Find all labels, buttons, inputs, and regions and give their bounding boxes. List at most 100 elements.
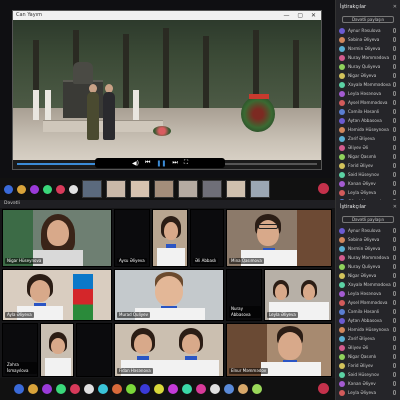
participant-item[interactable]: Səbinə Əliyeva: [336, 35, 400, 44]
participant-item[interactable]: Aytən Abbasova: [336, 116, 400, 125]
avatar[interactable]: [210, 384, 220, 394]
avatar[interactable]: [196, 384, 206, 394]
participant-thumbnail[interactable]: [178, 180, 198, 198]
participant-item[interactable]: Cəmilə Həsənli: [336, 107, 400, 116]
participant-item[interactable]: Nuray Quliyeva: [336, 262, 400, 271]
participant-item[interactable]: Aysel Məmmədova: [336, 298, 400, 307]
participant-item[interactable]: Nigar Qasımlı: [336, 352, 400, 361]
video-tile[interactable]: Fidan Həsənova: [114, 323, 224, 377]
avatar[interactable]: [4, 184, 13, 194]
participant-item[interactable]: Səid Hüseynov: [336, 370, 400, 379]
participant-item[interactable]: Səid Hüseynov: [336, 170, 400, 179]
participant-item[interactable]: Fərid Əliyev: [336, 361, 400, 370]
participant-item[interactable]: Həmidə Hüseynova: [336, 125, 400, 134]
participant-item[interactable]: Aytən Abbasova: [336, 316, 400, 325]
participant-item[interactable]: Əliyev Əli: [336, 143, 400, 152]
participant-item[interactable]: Nərmin Əliyeva: [336, 244, 400, 253]
participant-item[interactable]: Nigar Əliyeva: [336, 271, 400, 280]
participant-item[interactable]: Nərmin Əliyeva: [336, 44, 400, 53]
video-tile[interactable]: Zəhra İsmayılova: [2, 323, 38, 377]
previous-icon[interactable]: ⏮: [145, 159, 150, 167]
participant-thumbnail[interactable]: [82, 180, 102, 198]
video-tile[interactable]: Leyla Əliyeva: [264, 269, 332, 321]
participant-item[interactable]: Aysel Məmmədova: [336, 98, 400, 107]
participant-item[interactable]: Nuray Məmmədova: [336, 53, 400, 62]
media-player-window[interactable]: Can Yayım — ▢ ✕: [12, 10, 322, 170]
participant-item[interactable]: Əliyev Əli: [336, 343, 400, 352]
avatar[interactable]: [98, 384, 108, 394]
participant-thumbnail[interactable]: [250, 180, 270, 198]
avatar[interactable]: [70, 384, 80, 394]
participant-item[interactable]: Nuray Quliyeva: [336, 62, 400, 71]
avatar[interactable]: [56, 184, 65, 194]
avatar[interactable]: [238, 384, 248, 394]
avatar[interactable]: [42, 384, 52, 394]
participant-item[interactable]: Leyla Əliyeva: [336, 388, 400, 397]
participant-item[interactable]: Cəmilə Həsənli: [336, 307, 400, 316]
participant-item[interactable]: Zərif Əliyeva: [336, 134, 400, 143]
phone-hangup-icon[interactable]: [318, 383, 329, 394]
participant-thumbnail[interactable]: [154, 180, 174, 198]
close-icon[interactable]: ✕: [393, 0, 397, 14]
participant-item[interactable]: Aynur Rəsulova: [336, 26, 400, 35]
avatar: [339, 272, 345, 279]
avatar[interactable]: [30, 184, 39, 194]
avatar[interactable]: [252, 384, 262, 394]
avatar: [339, 353, 345, 360]
participant-item[interactable]: Xəyalə Məmmədova: [336, 280, 400, 289]
participant-item[interactable]: Həmidə Hüseynova: [336, 325, 400, 334]
video-tile[interactable]: Mina Qasımova: [226, 209, 332, 267]
participant-thumbnail[interactable]: [130, 180, 150, 198]
video-tile[interactable]: [76, 323, 112, 377]
phone-hangup-icon[interactable]: [318, 183, 329, 194]
participant-item[interactable]: Kənan Əliyev: [336, 379, 400, 388]
avatar[interactable]: [28, 384, 38, 394]
avatar[interactable]: [112, 384, 122, 394]
video-tile[interactable]: Nigar Hüseynova: [2, 209, 112, 267]
video-tile[interactable]: Nuray Abbasova: [226, 269, 262, 321]
avatar[interactable]: [168, 384, 178, 394]
close-icon[interactable]: ✕: [393, 200, 397, 214]
participant-item[interactable]: Fərid Əliyev: [336, 161, 400, 170]
invite-button[interactable]: Dəvətli paylaşın: [342, 16, 394, 23]
avatar[interactable]: [43, 184, 52, 194]
fullscreen-icon[interactable]: ⛶: [184, 159, 188, 167]
video-tile[interactable]: [152, 209, 188, 267]
next-icon[interactable]: ⏭: [172, 159, 177, 167]
video-tile[interactable]: Ayla Əliyeva: [2, 269, 112, 321]
participant-item[interactable]: Kənan Əliyev: [336, 179, 400, 188]
participant-item[interactable]: Leyla Həsənova: [336, 289, 400, 298]
video-tile[interactable]: Aysu Əliyeva: [114, 209, 150, 267]
avatar[interactable]: [14, 384, 24, 394]
participant-thumbnail[interactable]: [106, 180, 126, 198]
avatar[interactable]: [154, 384, 164, 394]
participant-thumbnail[interactable]: [226, 180, 246, 198]
pause-icon[interactable]: ❚❚: [156, 160, 166, 167]
window-controls[interactable]: — ▢ ✕: [283, 11, 319, 20]
avatar[interactable]: [224, 384, 234, 394]
mic-icon: [393, 363, 396, 368]
video-tile[interactable]: [40, 323, 74, 377]
participant-item[interactable]: Xəyalə Məmmədova: [336, 80, 400, 89]
avatar[interactable]: [140, 384, 150, 394]
avatar[interactable]: [126, 384, 136, 394]
avatar[interactable]: [84, 384, 94, 394]
avatar[interactable]: [17, 184, 26, 194]
avatar[interactable]: [56, 384, 66, 394]
participant-item[interactable]: Nigar Əliyeva: [336, 71, 400, 80]
participant-item[interactable]: Leyla Əliyeva: [336, 188, 400, 197]
avatar[interactable]: [182, 384, 192, 394]
video-tile[interactable]: Murad Quliyev: [114, 269, 224, 321]
volume-icon[interactable]: ◀): [132, 160, 139, 167]
participant-item[interactable]: Zərif Əliyeva: [336, 334, 400, 343]
video-tile[interactable]: Əli Abbaslı: [190, 209, 224, 267]
avatar[interactable]: [69, 184, 78, 194]
participant-item[interactable]: Leyla Həsənova: [336, 89, 400, 98]
participant-item[interactable]: Nuray Məmmədova: [336, 253, 400, 262]
participant-item[interactable]: Aynur Rəsulova: [336, 226, 400, 235]
participant-item[interactable]: Səbinə Əliyeva: [336, 235, 400, 244]
participant-thumbnail[interactable]: [202, 180, 222, 198]
participant-item[interactable]: Nigar Qasımlı: [336, 152, 400, 161]
video-tile[interactable]: Elnur Məmmədov: [226, 323, 332, 377]
invite-button[interactable]: Dəvətli paylaşın: [342, 216, 394, 223]
